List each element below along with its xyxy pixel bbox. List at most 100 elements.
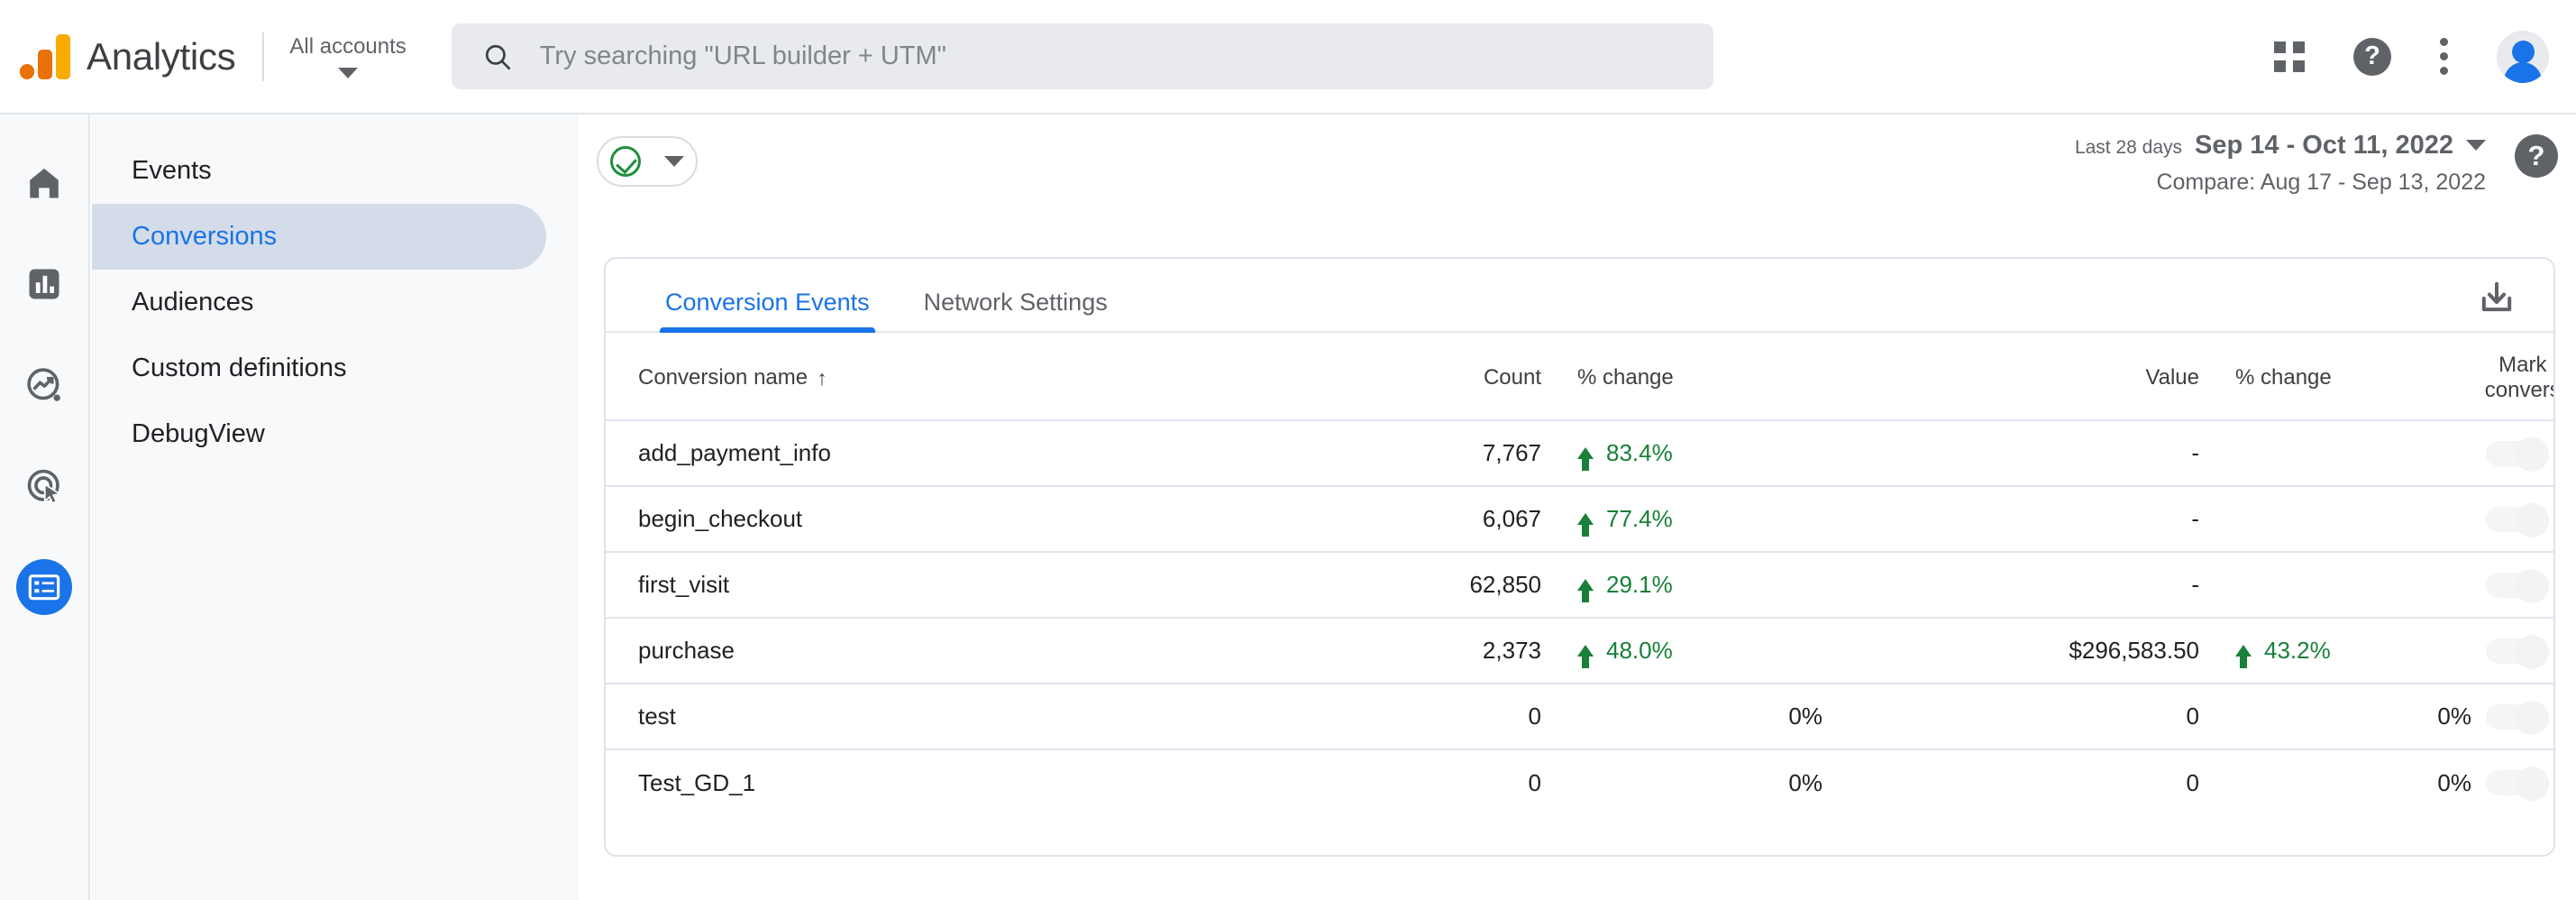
grid-apps-icon[interactable] xyxy=(2274,41,2305,72)
column-header-value-change[interactable]: % change xyxy=(2219,333,2480,420)
icon-rail xyxy=(0,115,90,900)
cell-mark-as-conversion xyxy=(2480,684,2553,749)
sidebar-item-label: Audiences xyxy=(132,288,253,317)
chevron-down-icon xyxy=(338,68,358,78)
comparison-filter-button[interactable] xyxy=(597,136,698,187)
table-header-row: Conversion name ↑ Count % change Value %… xyxy=(606,333,2553,420)
cell-value-change: 0% xyxy=(2219,684,2480,749)
cell-count-change: 77.4% xyxy=(1561,486,1832,552)
brand-divider xyxy=(262,32,264,81)
mark-as-conversion-toggle[interactable] xyxy=(2486,437,2549,470)
cell-conversion-name: first_visit xyxy=(606,552,1165,618)
tab-network-settings[interactable]: Network Settings xyxy=(897,289,1135,331)
cell-count: 2,373 xyxy=(1165,618,1561,684)
download-icon[interactable] xyxy=(2476,279,2517,325)
table-row[interactable]: add_payment_info 7,767 83.4% - xyxy=(606,420,2553,486)
account-selector[interactable]: All accounts xyxy=(289,34,406,78)
cell-value-change xyxy=(2219,486,2480,552)
tab-label: Conversion Events xyxy=(665,289,870,316)
cell-value-change-value: 0% xyxy=(2437,703,2471,730)
date-range-preset: Last 28 days xyxy=(2075,136,2182,160)
conversion-events-card: Conversion Events Network Settings Conve… xyxy=(604,257,2555,857)
sidebar-item-events[interactable]: Events xyxy=(92,138,546,204)
sidebar-item-label: Custom definitions xyxy=(132,354,347,383)
advertising-target-icon xyxy=(23,465,65,507)
table-row[interactable]: begin_checkout 6,067 77.4% - xyxy=(606,486,2553,552)
reports-bar-chart-icon xyxy=(24,264,64,304)
table-row[interactable]: purchase 2,373 48.0% $296,583.50 43.2% xyxy=(606,618,2553,684)
card-tab-bar: Conversion Events Network Settings xyxy=(606,259,2553,333)
cell-mark-as-conversion xyxy=(2480,749,2553,815)
column-header-label: Conversion name xyxy=(638,365,808,390)
cell-count-change-value: 0% xyxy=(1788,769,1822,797)
column-header-count-change[interactable]: % change xyxy=(1561,333,1832,420)
brand-title: Analytics xyxy=(87,35,235,78)
more-vert-icon[interactable] xyxy=(2440,38,2448,75)
chevron-down-icon xyxy=(664,156,684,167)
date-compare-value: Compare: Aug 17 - Sep 13, 2022 xyxy=(2075,169,2486,197)
sidebar-item-label: DebugView xyxy=(132,419,265,449)
explore-trending-icon xyxy=(23,364,65,406)
tab-conversion-events[interactable]: Conversion Events xyxy=(638,289,897,331)
chevron-down-icon xyxy=(2466,140,2486,151)
secondary-nav: Events Conversions Audiences Custom defi… xyxy=(92,115,579,900)
sidebar-item-custom-definitions[interactable]: Custom definitions xyxy=(92,335,546,401)
cell-count-change-value: 29.1% xyxy=(1606,571,1673,599)
cell-value: - xyxy=(1832,552,2219,618)
mark-as-conversion-toggle[interactable] xyxy=(2486,767,2549,799)
cell-value: - xyxy=(1832,420,2219,486)
tab-label: Network Settings xyxy=(924,289,1108,316)
rail-item-home[interactable] xyxy=(16,155,72,211)
page-help-icon[interactable]: ? xyxy=(2515,134,2558,178)
topbar-actions: ? xyxy=(2274,31,2549,83)
column-header-value[interactable]: Value xyxy=(1832,333,2219,420)
cell-count-change: 83.4% xyxy=(1561,420,1832,486)
cell-value-change-value: 0% xyxy=(2437,769,2471,797)
cell-count-change-value: 77.4% xyxy=(1606,505,1673,533)
date-range-selector[interactable]: Last 28 days Sep 14 - Oct 11, 2022 Compa… xyxy=(2075,129,2486,197)
column-header-count[interactable]: Count xyxy=(1165,333,1561,420)
cell-count: 0 xyxy=(1165,749,1561,815)
sidebar-item-conversions[interactable]: Conversions xyxy=(92,204,546,270)
mark-as-conversion-toggle[interactable] xyxy=(2486,635,2549,667)
cell-value: 0 xyxy=(1832,684,2219,749)
search-input[interactable]: Try searching "URL builder + UTM" xyxy=(452,23,1713,89)
cell-count-change: 48.0% xyxy=(1561,618,1832,684)
column-header-mark-as-conversion: Mark as conversion ? xyxy=(2480,333,2553,420)
cell-mark-as-conversion xyxy=(2480,486,2553,552)
conversion-events-table: Conversion name ↑ Count % change Value %… xyxy=(606,333,2553,815)
cell-value: 0 xyxy=(1832,749,2219,815)
cell-value: - xyxy=(1832,486,2219,552)
mark-as-conversion-toggle[interactable] xyxy=(2486,569,2549,602)
check-circle-icon xyxy=(610,146,641,177)
cell-conversion-name: purchase xyxy=(606,618,1165,684)
sidebar-item-debugview[interactable]: DebugView xyxy=(92,401,546,467)
table-row[interactable]: test 0 0% 0 0% xyxy=(606,684,2553,749)
mark-as-conversion-toggle[interactable] xyxy=(2486,503,2549,536)
rail-item-explore[interactable] xyxy=(16,357,72,413)
cell-count: 6,067 xyxy=(1165,486,1561,552)
mark-as-conversion-toggle[interactable] xyxy=(2486,701,2549,733)
sidebar-item-audiences[interactable]: Audiences xyxy=(92,270,546,335)
rail-item-reports[interactable] xyxy=(16,256,72,312)
cell-conversion-name: Test_GD_1 xyxy=(606,749,1165,815)
account-avatar[interactable] xyxy=(2497,31,2549,83)
rail-item-advertising[interactable] xyxy=(16,458,72,514)
column-header-conversion-name[interactable]: Conversion name ↑ xyxy=(606,333,1165,420)
arrow-up-icon xyxy=(1577,447,1594,459)
cell-conversion-name: test xyxy=(606,684,1165,749)
cell-count-change-value: 48.0% xyxy=(1606,637,1673,665)
table-row[interactable]: first_visit 62,850 29.1% - xyxy=(606,552,2553,618)
home-icon xyxy=(24,163,64,203)
cell-conversion-name: begin_checkout xyxy=(606,486,1165,552)
help-circle-icon[interactable]: ? xyxy=(2353,38,2391,76)
cell-count-change-value: 0% xyxy=(1788,703,1822,730)
cell-count: 62,850 xyxy=(1165,552,1561,618)
cell-value: $296,583.50 xyxy=(1832,618,2219,684)
cell-count: 0 xyxy=(1165,684,1561,749)
content-toolbar: Last 28 days Sep 14 - Oct 11, 2022 Compa… xyxy=(579,115,2576,210)
table-row[interactable]: Test_GD_1 0 0% 0 0% xyxy=(606,749,2553,815)
cell-value-change xyxy=(2219,552,2480,618)
rail-item-configure[interactable] xyxy=(16,559,72,615)
sort-ascending-icon: ↑ xyxy=(817,366,827,390)
